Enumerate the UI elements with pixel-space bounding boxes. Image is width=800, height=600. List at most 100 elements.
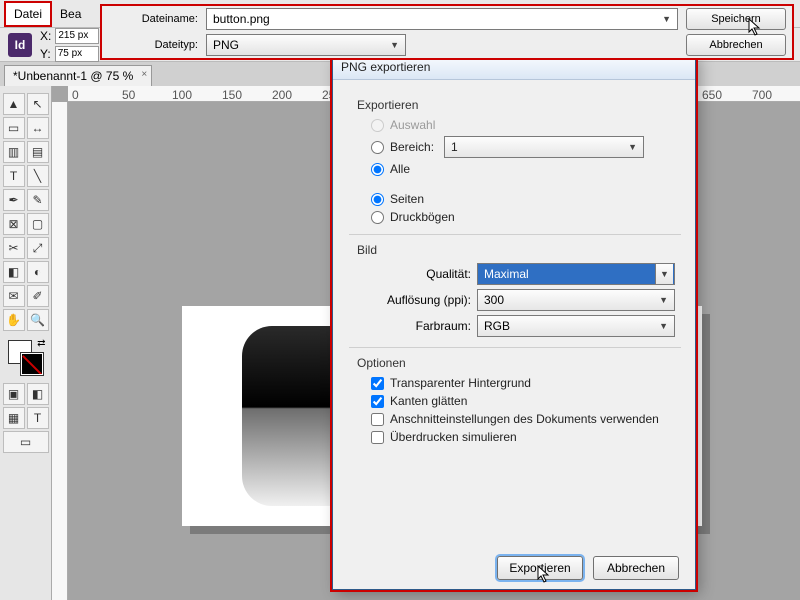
radio-auswahl-row: Auswahl bbox=[371, 118, 675, 132]
hand-tool[interactable]: ✋ bbox=[3, 309, 25, 331]
document-tab[interactable]: *Unbenannt-1 @ 75 % × bbox=[4, 65, 152, 86]
check-overprint-row[interactable]: Überdrucken simulieren bbox=[371, 430, 675, 444]
check-overprint-label: Überdrucken simulieren bbox=[390, 430, 517, 444]
radio-seiten-label: Seiten bbox=[390, 192, 424, 206]
filename-field[interactable]: button.png ▼ bbox=[206, 8, 678, 30]
y-field[interactable] bbox=[55, 46, 99, 62]
line-tool[interactable]: ╲ bbox=[27, 165, 49, 187]
ruler-tick: 700 bbox=[752, 88, 772, 102]
export-group-title: Exportieren bbox=[357, 98, 675, 112]
ruler-tick: 100 bbox=[172, 88, 192, 102]
chevron-down-icon: ▼ bbox=[662, 14, 671, 24]
ruler-tick: 150 bbox=[222, 88, 242, 102]
radio-auswahl-label: Auswahl bbox=[390, 118, 435, 132]
filetype-value: PNG bbox=[213, 38, 239, 52]
chevron-down-icon: ▼ bbox=[659, 295, 668, 305]
x-label: X: bbox=[40, 29, 51, 43]
direct-selection-tool[interactable]: ↖ bbox=[27, 93, 49, 115]
view-mode-normal[interactable]: ▦ bbox=[3, 407, 25, 429]
content-collector-tool[interactable]: ▥ bbox=[3, 141, 25, 163]
screen-mode[interactable]: ▭ bbox=[3, 431, 49, 453]
selection-tool[interactable]: ▲ bbox=[3, 93, 25, 115]
colorspace-label: Farbraum: bbox=[361, 319, 471, 333]
radio-alle-row[interactable]: Alle bbox=[371, 162, 675, 176]
save-file-bar: Dateiname: button.png ▼ Speichern Dateit… bbox=[100, 4, 794, 60]
resolution-label: Auflösung (ppi): bbox=[361, 293, 471, 307]
zoom-tool[interactable]: 🔍 bbox=[27, 309, 49, 331]
scissors-tool[interactable]: ✂ bbox=[3, 237, 25, 259]
content-placer-tool[interactable]: ▤ bbox=[27, 141, 49, 163]
resolution-combo[interactable]: 300 ▼ bbox=[477, 289, 675, 311]
page-tool[interactable]: ▭ bbox=[3, 117, 25, 139]
check-bleed-label: Anschnitteinstellungen des Dokuments ver… bbox=[390, 412, 659, 426]
document-tab-title: *Unbenannt-1 @ 75 % bbox=[13, 69, 133, 83]
ruler-vertical bbox=[52, 102, 68, 600]
check-transparent-row[interactable]: Transparenter Hintergrund bbox=[371, 376, 675, 390]
tool-palette: ▲↖ ▭↔ ▥▤ T╲ ✒✎ ⊠▢ ✂⤢ ◧◐ ✉✐ ✋🔍 ⇄ ▣◧ ▦T ▭ bbox=[0, 86, 52, 600]
dialog-cancel-button[interactable]: Abbrechen bbox=[593, 556, 679, 580]
resolution-value: 300 bbox=[484, 293, 504, 307]
gradient-feather-tool[interactable]: ◐ bbox=[27, 261, 49, 283]
filename-value: button.png bbox=[213, 12, 270, 26]
ruler-tick: 200 bbox=[272, 88, 292, 102]
chevron-down-icon: ▼ bbox=[628, 142, 637, 152]
note-tool[interactable]: ✉ bbox=[3, 285, 25, 307]
radio-seiten[interactable] bbox=[371, 193, 384, 206]
check-transparent[interactable] bbox=[371, 377, 384, 390]
view-mode-preview[interactable]: T bbox=[27, 407, 49, 429]
pencil-tool[interactable]: ✎ bbox=[27, 189, 49, 211]
check-antialias[interactable] bbox=[371, 395, 384, 408]
app-id-icon: Id bbox=[8, 33, 32, 57]
type-tool[interactable]: T bbox=[3, 165, 25, 187]
radio-druckbogen-row[interactable]: Druckbögen bbox=[371, 210, 675, 224]
gap-tool[interactable]: ↔ bbox=[27, 117, 49, 139]
apply-color[interactable]: ▣ bbox=[3, 383, 25, 405]
ruler-tick: 650 bbox=[702, 88, 722, 102]
x-field[interactable] bbox=[55, 28, 99, 44]
apply-gradient[interactable]: ◧ bbox=[27, 383, 49, 405]
save-cancel-button[interactable]: Abbrechen bbox=[686, 34, 786, 56]
ruler-tick: 50 bbox=[122, 88, 135, 102]
export-button[interactable]: Exportieren bbox=[497, 556, 583, 580]
quality-combo[interactable]: Maximal ▼ bbox=[477, 263, 675, 285]
radio-druckbogen[interactable] bbox=[371, 211, 384, 224]
menu-edit-fragment[interactable]: Bea bbox=[52, 3, 89, 25]
save-button[interactable]: Speichern bbox=[686, 8, 786, 30]
radio-auswahl bbox=[371, 119, 384, 132]
filetype-combo[interactable]: PNG ▼ bbox=[206, 34, 406, 56]
chevron-down-icon: ▼ bbox=[390, 40, 399, 50]
quality-label: Qualität: bbox=[361, 267, 471, 281]
stroke-swatch[interactable] bbox=[20, 352, 44, 376]
close-icon[interactable]: × bbox=[141, 69, 147, 80]
filetype-label: Dateityp: bbox=[155, 39, 198, 51]
check-bleed[interactable] bbox=[371, 413, 384, 426]
radio-alle[interactable] bbox=[371, 163, 384, 176]
y-label: Y: bbox=[40, 47, 51, 61]
rectangle-frame-tool[interactable]: ⊠ bbox=[3, 213, 25, 235]
radio-druckbogen-label: Druckbögen bbox=[390, 210, 455, 224]
radio-alle-label: Alle bbox=[390, 162, 410, 176]
colorspace-combo[interactable]: RGB ▼ bbox=[477, 315, 675, 337]
free-transform-tool[interactable]: ⤢ bbox=[27, 237, 49, 259]
gradient-swatch-tool[interactable]: ◧ bbox=[3, 261, 25, 283]
swap-colors-icon[interactable]: ⇄ bbox=[37, 338, 45, 349]
bereich-value: 1 bbox=[451, 140, 458, 154]
radio-bereich-label: Bereich: bbox=[390, 140, 434, 154]
pen-tool[interactable]: ✒ bbox=[3, 189, 25, 211]
check-bleed-row[interactable]: Anschnitteinstellungen des Dokuments ver… bbox=[371, 412, 675, 426]
chevron-down-icon: ▼ bbox=[655, 264, 673, 284]
png-export-dialog: PNG exportieren Exportieren Auswahl Bere… bbox=[332, 54, 696, 590]
eyedropper-tool[interactable]: ✐ bbox=[27, 285, 49, 307]
rectangle-tool[interactable]: ▢ bbox=[27, 213, 49, 235]
bereich-combo[interactable]: 1 ▼ bbox=[444, 136, 644, 158]
radio-seiten-row[interactable]: Seiten bbox=[371, 192, 675, 206]
filename-label: Dateiname: bbox=[142, 13, 198, 25]
check-transparent-label: Transparenter Hintergrund bbox=[390, 376, 531, 390]
color-swatches[interactable]: ⇄ bbox=[6, 338, 46, 378]
radio-bereich-row[interactable]: Bereich: 1 ▼ bbox=[371, 136, 675, 158]
ruler-tick: 0 bbox=[72, 88, 79, 102]
menu-file[interactable]: Datei bbox=[4, 1, 52, 27]
radio-bereich[interactable] bbox=[371, 141, 384, 154]
check-antialias-row[interactable]: Kanten glätten bbox=[371, 394, 675, 408]
check-overprint[interactable] bbox=[371, 431, 384, 444]
